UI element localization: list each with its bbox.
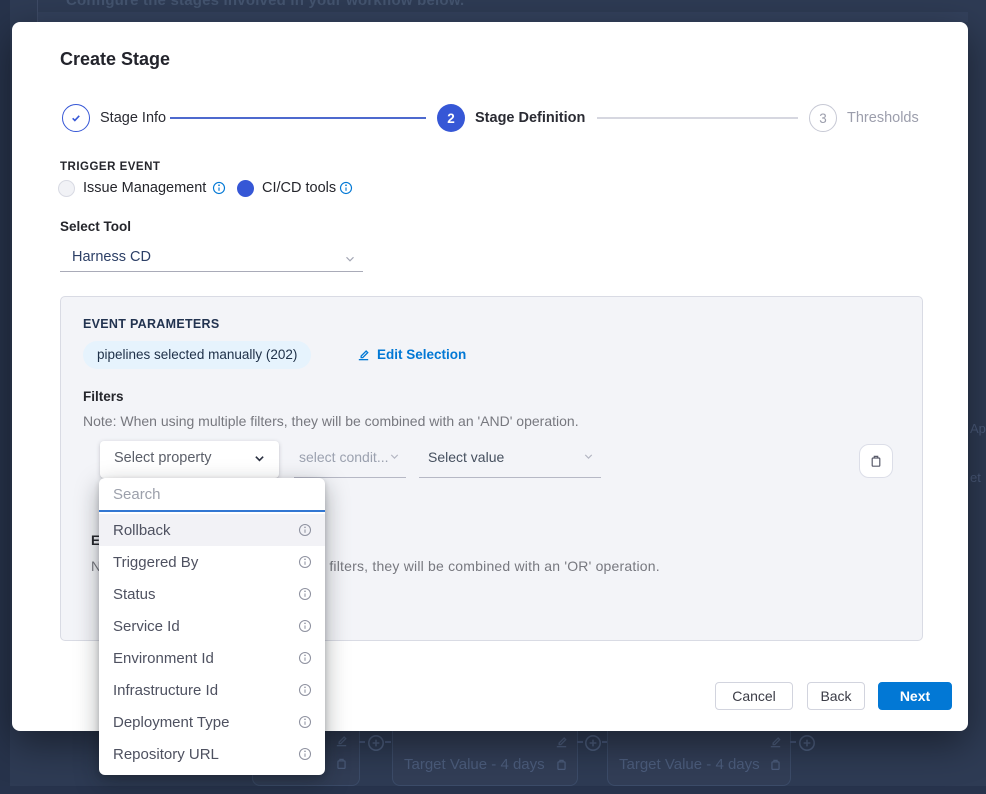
event-parameters-title: EVENT PARAMETERS xyxy=(83,317,220,331)
dropdown-option-label: Environment Id xyxy=(113,650,214,667)
dropdown-option-label: Status xyxy=(113,586,156,603)
cancel-button-label: Cancel xyxy=(732,688,776,704)
dropdown-option-label: Repository URL xyxy=(113,746,219,763)
add-stage-icon xyxy=(797,733,817,753)
info-icon[interactable] xyxy=(298,523,312,537)
dropdown-option-label: Deployment Type xyxy=(113,714,229,731)
trash-icon xyxy=(554,757,569,772)
chevron-down-icon xyxy=(343,252,357,266)
background-fragment: Ap xyxy=(970,421,986,436)
background-divider xyxy=(37,0,38,22)
info-icon[interactable] xyxy=(298,747,312,761)
filters-title: Filters xyxy=(83,389,124,404)
radio-issue-management[interactable] xyxy=(58,180,75,197)
stepper-connector-pending xyxy=(597,117,798,119)
info-icon[interactable] xyxy=(298,715,312,729)
select-property-placeholder: Select property xyxy=(114,450,212,466)
edit-icon xyxy=(356,347,371,362)
background-footer-band xyxy=(0,786,986,794)
add-stage-icon xyxy=(583,733,603,753)
info-icon[interactable] xyxy=(298,555,312,569)
background-sidebar-edge xyxy=(0,0,10,794)
background-header-band xyxy=(38,12,968,22)
trash-icon xyxy=(768,757,783,772)
property-dropdown-popover: Rollback Triggered By Status Service Id … xyxy=(99,478,325,775)
trash-icon xyxy=(334,756,349,771)
chevron-down-icon xyxy=(582,450,595,463)
background-card-label: Target Value - 4 days xyxy=(619,756,760,773)
dropdown-option-label: Service Id xyxy=(113,618,180,635)
value-underline xyxy=(419,477,601,478)
next-button-label: Next xyxy=(900,688,930,704)
select-tool-value: Harness CD xyxy=(72,249,151,265)
background-heading-text: Configure the stages involved in your wo… xyxy=(66,0,766,9)
pipelines-selection-chip: pipelines selected manually (202) xyxy=(83,341,311,369)
dropdown-option-triggered-by[interactable]: Triggered By xyxy=(99,546,325,578)
info-icon[interactable] xyxy=(339,181,353,195)
radio-cicd-tools-label[interactable]: CI/CD tools xyxy=(262,180,336,196)
info-icon[interactable] xyxy=(298,651,312,665)
modal-title: Create Stage xyxy=(60,49,170,70)
chevron-down-icon xyxy=(388,450,401,463)
stepper-connector-done xyxy=(170,117,426,119)
search-input[interactable] xyxy=(99,478,325,510)
check-icon xyxy=(69,111,83,125)
dropdown-option-rollback[interactable]: Rollback xyxy=(99,514,325,546)
radio-cicd-tools[interactable] xyxy=(237,180,254,197)
info-icon[interactable] xyxy=(298,683,312,697)
dropdown-option-service-id[interactable]: Service Id xyxy=(99,610,325,642)
select-value-dropdown[interactable]: Select value xyxy=(428,449,504,465)
filters-note: Note: When using multiple filters, they … xyxy=(83,413,579,429)
add-stage-icon xyxy=(366,733,386,753)
edit-selection-link[interactable]: Edit Selection xyxy=(356,347,466,362)
edit-selection-label: Edit Selection xyxy=(377,347,466,362)
background-card-label: Target Value - 4 days xyxy=(404,756,545,773)
dropdown-option-environment-id[interactable]: Environment Id xyxy=(99,642,325,674)
select-tool-label: Select Tool xyxy=(60,219,131,234)
back-button-label: Back xyxy=(820,688,851,704)
background-connector xyxy=(790,741,796,743)
dropdown-search xyxy=(99,478,325,512)
dropdown-option-label: Rollback xyxy=(113,522,171,539)
edit-icon xyxy=(554,734,569,749)
step-3-label: Thresholds xyxy=(847,104,919,132)
dropdown-option-status[interactable]: Status xyxy=(99,578,325,610)
dropdown-option-repository-url[interactable]: Repository URL xyxy=(99,738,325,770)
delete-filter-button[interactable] xyxy=(859,444,893,478)
dropdown-option-label: Infrastructure Id xyxy=(113,682,218,699)
next-button[interactable]: Next xyxy=(878,682,952,710)
select-tool-dropdown[interactable]: Harness CD xyxy=(60,244,363,272)
step-3-number: 3 xyxy=(819,111,827,126)
dropdown-option-deployment-type[interactable]: Deployment Type xyxy=(99,706,325,738)
step-2-number: 2 xyxy=(447,111,455,126)
step-1-indicator xyxy=(62,104,90,132)
trash-icon xyxy=(868,453,884,469)
background-fragment: et xyxy=(970,470,981,485)
background-connector xyxy=(359,741,365,743)
chevron-down-icon xyxy=(253,452,266,465)
dropdown-option-infrastructure-id[interactable]: Infrastructure Id xyxy=(99,674,325,706)
edit-icon xyxy=(334,733,349,748)
info-icon[interactable] xyxy=(298,619,312,633)
dropdown-options: Rollback Triggered By Status Service Id … xyxy=(99,512,325,775)
trigger-event-label: TRIGGER EVENT xyxy=(60,161,160,173)
back-button[interactable]: Back xyxy=(807,682,865,710)
dropdown-option-label: Triggered By xyxy=(113,554,198,571)
screen: Configure the stages involved in your wo… xyxy=(0,0,986,794)
background-connector xyxy=(385,741,391,743)
select-property-dropdown[interactable]: Select property xyxy=(100,441,279,478)
background-heading-clipped: Configure the stages involved in your wo… xyxy=(66,0,766,9)
cancel-button[interactable]: Cancel xyxy=(715,682,793,710)
step-2-indicator: 2 xyxy=(437,104,465,132)
info-icon[interactable] xyxy=(212,181,226,195)
edit-icon xyxy=(768,734,783,749)
step-2-label: Stage Definition xyxy=(475,104,585,132)
radio-issue-management-label[interactable]: Issue Management xyxy=(83,180,206,196)
step-1-label: Stage Info xyxy=(100,104,166,132)
select-condition-dropdown[interactable]: select condit... xyxy=(299,449,389,465)
step-3-indicator: 3 xyxy=(809,104,837,132)
info-icon[interactable] xyxy=(298,587,312,601)
